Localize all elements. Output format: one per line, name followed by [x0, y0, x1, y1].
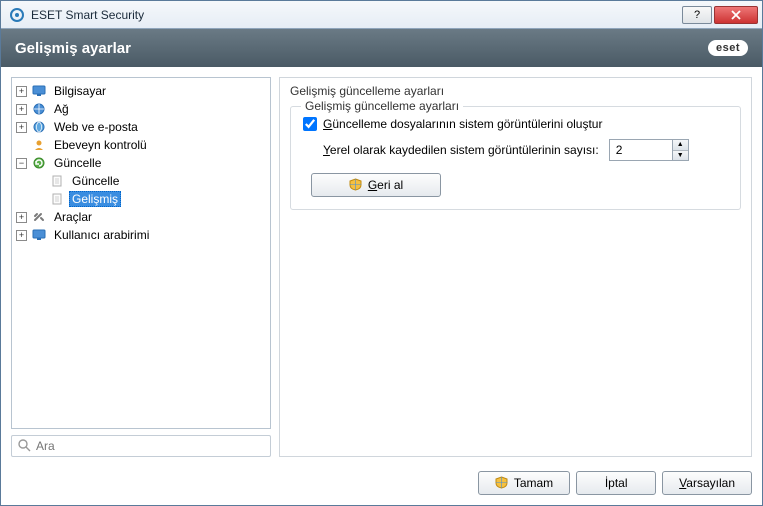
- button-label: Varsayılan: [679, 476, 735, 490]
- page-icon: [49, 173, 65, 189]
- tree-item-guncelle-child[interactable]: Güncelle: [32, 172, 268, 190]
- tree-label-selected: Gelişmiş: [69, 191, 121, 207]
- settings-tree[interactable]: + Bilgisayar + Ağ: [11, 77, 271, 429]
- tree-item-bilgisayar[interactable]: + Bilgisayar: [14, 82, 268, 100]
- tree-item-guncelle[interactable]: − Güncelle: [14, 154, 268, 172]
- search-box[interactable]: [11, 435, 271, 457]
- create-snapshots-checkbox[interactable]: [303, 117, 317, 131]
- expand-icon[interactable]: +: [16, 104, 27, 115]
- title-bar: ESET Smart Security ?: [1, 1, 762, 29]
- spinner-up-icon[interactable]: ▲: [673, 140, 688, 151]
- tree-item-ebeveyn[interactable]: Ebeveyn kontrolü: [14, 136, 268, 154]
- expand-icon[interactable]: +: [16, 230, 27, 241]
- app-icon: [9, 7, 25, 23]
- spinner-input[interactable]: [610, 140, 672, 160]
- snapshot-count-spinner[interactable]: ▲ ▼: [609, 139, 689, 161]
- button-label: Tamam: [514, 476, 553, 490]
- spinner-row: Yerel olarak kaydedilen sistem görüntüle…: [303, 139, 728, 161]
- section-title: Gelişmiş güncelleme ayarları: [290, 84, 741, 98]
- group-legend: Gelişmiş güncelleme ayarları: [301, 99, 463, 113]
- left-panel: + Bilgisayar + Ağ: [11, 77, 271, 457]
- tree-item-ag[interactable]: + Ağ: [14, 100, 268, 118]
- window: ESET Smart Security ? Gelişmiş ayarlar e…: [0, 0, 763, 506]
- brand-logo: eset: [708, 40, 748, 56]
- footer: Tamam İptal Varsayılan: [1, 463, 762, 505]
- tree-label: Araçlar: [51, 210, 95, 224]
- monitor-icon: [31, 83, 47, 99]
- search-icon: [18, 439, 32, 453]
- no-expand: [16, 140, 27, 151]
- rollback-button[interactable]: Geri al: [311, 173, 441, 197]
- expand-icon[interactable]: +: [16, 122, 27, 133]
- checkbox-row: Güncelleme dosyalarının sistem görüntüle…: [303, 117, 728, 131]
- tree-label: Güncelle: [69, 174, 122, 188]
- monitor-icon: [31, 227, 47, 243]
- tree-label: Web ve e-posta: [51, 120, 141, 134]
- tree-item-web[interactable]: + Web ve e-posta: [14, 118, 268, 136]
- button-label: İptal: [605, 476, 628, 490]
- spinner-down-icon[interactable]: ▼: [673, 151, 688, 161]
- no-expand: [34, 194, 45, 205]
- tree-label: Güncelle: [51, 156, 104, 170]
- collapse-icon[interactable]: −: [16, 158, 27, 169]
- default-button[interactable]: Varsayılan: [662, 471, 752, 495]
- search-input[interactable]: [36, 439, 264, 453]
- tree-item-gelismis[interactable]: Gelişmiş: [32, 190, 268, 208]
- update-settings-group: Gelişmiş güncelleme ayarları Güncelleme …: [290, 106, 741, 210]
- tree-label: Ağ: [51, 102, 72, 116]
- tree-item-araclar[interactable]: + Araçlar: [14, 208, 268, 226]
- button-label: Geri al: [368, 178, 403, 192]
- network-icon: [31, 101, 47, 117]
- shield-icon: [349, 178, 363, 192]
- window-title: ESET Smart Security: [31, 8, 682, 22]
- tree-label: Ebeveyn kontrolü: [51, 138, 150, 152]
- expand-icon[interactable]: +: [16, 212, 27, 223]
- page-icon: [49, 191, 65, 207]
- tree-label: Kullanıcı arabirimi: [51, 228, 152, 242]
- help-button[interactable]: ?: [682, 6, 712, 24]
- header-title: Gelişmiş ayarlar: [15, 40, 708, 57]
- parental-icon: [31, 137, 47, 153]
- window-controls: ?: [682, 6, 758, 24]
- close-button[interactable]: [714, 6, 758, 24]
- no-expand: [34, 176, 45, 187]
- update-icon: [31, 155, 47, 171]
- tools-icon: [31, 209, 47, 225]
- header-bar: Gelişmiş ayarlar eset: [1, 29, 762, 67]
- content-body: + Bilgisayar + Ağ: [1, 67, 762, 463]
- spinner-label: Yerel olarak kaydedilen sistem görüntüle…: [323, 143, 599, 157]
- expand-icon[interactable]: +: [16, 86, 27, 97]
- tree-label: Bilgisayar: [51, 84, 109, 98]
- shield-icon: [495, 476, 509, 490]
- tree-item-arabirim[interactable]: + Kullanıcı arabirimi: [14, 226, 268, 244]
- checkbox-label: Güncelleme dosyalarının sistem görüntüle…: [323, 117, 602, 131]
- cancel-button[interactable]: İptal: [576, 471, 656, 495]
- globe-icon: [31, 119, 47, 135]
- right-panel: Gelişmiş güncelleme ayarları Gelişmiş gü…: [279, 77, 752, 457]
- ok-button[interactable]: Tamam: [478, 471, 570, 495]
